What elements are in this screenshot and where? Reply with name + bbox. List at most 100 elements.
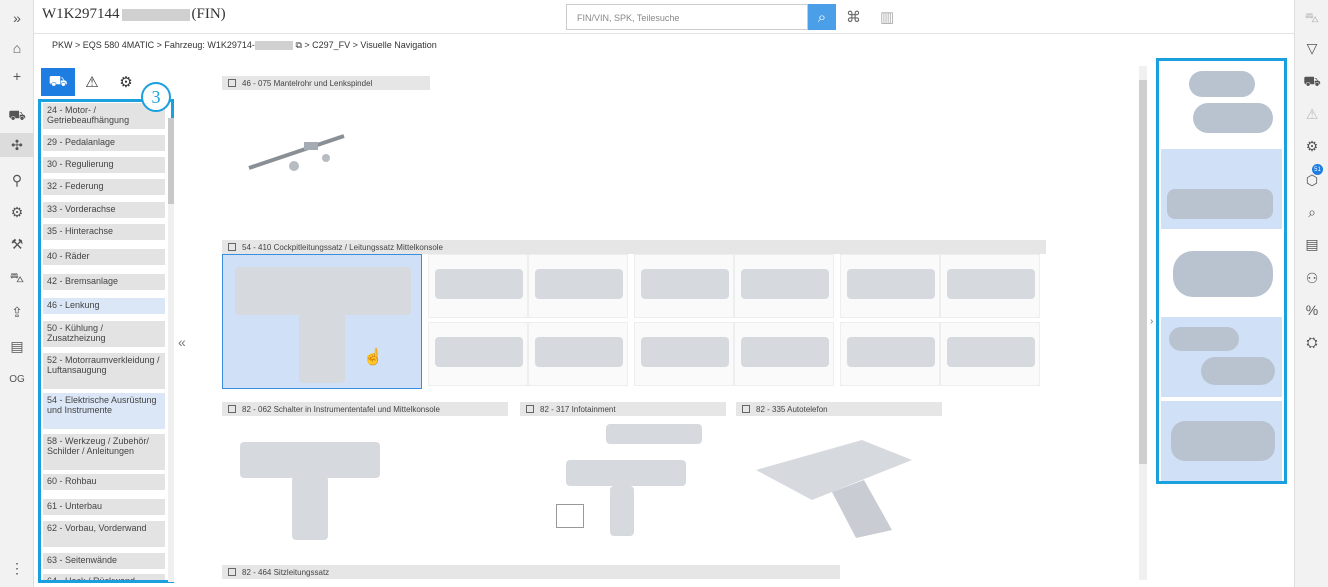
list-item[interactable]: 50 - Kühlung / Zusatzheizung [43, 321, 165, 347]
list-item[interactable]: 46 - Lenkung [43, 298, 165, 314]
notification-badge: 51 [1312, 164, 1323, 175]
tab-vehicle[interactable]: ⛟ [41, 68, 75, 96]
doc-icon [228, 568, 236, 576]
hierarchy-icon[interactable]: ⚇ [1295, 266, 1328, 290]
title-vin-prefix: W1K297144 [42, 6, 120, 22]
diagram-cell[interactable] [634, 254, 734, 318]
list-item[interactable]: 52 - Motorraumverkleidung / Luftansaugun… [43, 353, 165, 389]
phone-drawing [756, 440, 912, 538]
cart-icon[interactable]: ⛍ [0, 266, 34, 290]
discount-icon[interactable]: % [1295, 298, 1328, 322]
diagram-cell[interactable] [734, 254, 834, 318]
car-shape [1167, 189, 1273, 219]
car-phone-diagram[interactable] [752, 430, 922, 542]
plus-icon[interactable]: + [0, 64, 34, 88]
view-thumbnail-body[interactable] [1161, 317, 1282, 397]
collapse-sidebar-icon[interactable]: « [178, 334, 186, 350]
tab-warning[interactable]: ⚠ [75, 68, 109, 96]
callout-marker: 3 [141, 82, 171, 112]
document-icon[interactable]: ▤ [0, 334, 34, 358]
redacted-vin [254, 41, 293, 51]
parts-icon[interactable]: ✣ [0, 133, 34, 157]
list-item[interactable]: 29 - Pedalanlage [43, 135, 165, 151]
section-title: 46 - 075 Mantelrohr und Lenkspindel [242, 78, 373, 88]
infotainment-diagram[interactable] [556, 420, 716, 542]
diagram-cell[interactable] [734, 322, 834, 386]
wrench-car-icon[interactable]: ⚙ [0, 200, 34, 224]
car-search-icon[interactable]: ⛟ [1295, 70, 1328, 94]
diagram-cell[interactable] [528, 322, 628, 386]
warning-icon[interactable]: ⚠ [1295, 102, 1328, 126]
list-item[interactable]: 63 - Seitenwände [43, 553, 165, 569]
section-header[interactable]: 82 - 335 Autotelefon [736, 402, 942, 416]
console-shape [610, 486, 634, 536]
filter-icon[interactable]: ▽ [1295, 36, 1328, 60]
list-item[interactable]: 33 - Vorderachse [43, 202, 165, 218]
list-item[interactable]: 42 - Bremsanlage [43, 274, 165, 290]
diagram-cell[interactable] [528, 254, 628, 318]
copy-icon[interactable]: ⧉ [295, 40, 301, 50]
list-item[interactable]: 40 - Räder [43, 249, 165, 265]
steering-column-diagram[interactable] [244, 128, 354, 180]
expand-icon[interactable]: » [0, 6, 34, 30]
search-input[interactable]: FIN/VIN, SPK, Teilesuche [566, 4, 808, 30]
share-icon[interactable]: ⇪ [0, 300, 34, 324]
breadcrumb-current[interactable]: > C297_FV > Visuelle Navigation [304, 40, 436, 50]
cart-icon[interactable]: ⛍ [1295, 6, 1328, 30]
diagram-cell[interactable] [428, 322, 528, 386]
section-header[interactable]: 82 - 464 Sitzleitungssatz [222, 565, 840, 579]
list-item[interactable]: 61 - Unterbau [43, 499, 165, 515]
view-thumbnail-chassis[interactable] [1161, 235, 1282, 315]
car-shape [1173, 251, 1273, 297]
og-link[interactable]: OG [0, 367, 34, 391]
document-settings-icon[interactable]: ▤ [1295, 232, 1328, 256]
list-item[interactable]: 32 - Federung [43, 179, 165, 195]
search-button[interactable]: ⌕ [808, 4, 836, 30]
list-item[interactable]: 54 - Elektrische Ausrüstung und Instrume… [43, 393, 165, 429]
list-item[interactable]: 30 - Regulierung [43, 157, 165, 173]
list-item[interactable]: 64 - Heck / Rückwand [43, 574, 165, 580]
section-title: 82 - 335 Autotelefon [756, 404, 828, 414]
switches-diagram[interactable] [240, 432, 380, 542]
list-item[interactable]: 35 - Hinterachse [43, 224, 165, 240]
view-thumbnail-exterior[interactable] [1161, 63, 1282, 143]
diagram-cell[interactable] [428, 254, 528, 318]
section-header[interactable]: 82 - 062 Schalter in Instrumententafel u… [222, 402, 508, 416]
camera-search-icon[interactable]: ⌘ [846, 8, 861, 26]
console-shape [292, 476, 328, 540]
tab-engine[interactable]: ⚙ [109, 68, 143, 96]
header-divider [34, 33, 1294, 34]
search-icon[interactable]: ⌕ [1295, 200, 1328, 224]
diagram-cell[interactable] [940, 254, 1040, 318]
view-thumbnail-top[interactable] [1161, 401, 1282, 481]
hand-cursor-icon: ☝ [363, 349, 383, 366]
list-item[interactable]: 62 - Vorbau, Vorderwand [43, 521, 165, 547]
parts-car-icon[interactable]: ⚙ [1295, 134, 1328, 158]
left-rail: » ⌂ + ⛟ ✣ ⚲ ⚙ ⚒ ⛍ ⇪ ▤ OG ⋮ [0, 0, 34, 587]
car-settings-icon[interactable]: ⛭ [1295, 330, 1328, 354]
car-icon[interactable]: ⛟ [0, 104, 34, 128]
view-thumbnail-interior[interactable] [1161, 149, 1282, 229]
home-icon[interactable]: ⌂ [0, 36, 34, 60]
list-item[interactable]: 58 - Werkzeug / Zubehör/ Schilder / Anle… [43, 434, 165, 470]
expand-panel-icon[interactable]: › [1150, 316, 1153, 327]
sidebar-tabs: ⛟ ⚠ ⚙ [41, 68, 143, 96]
diagram-cell[interactable] [940, 322, 1040, 386]
main-scroll-thumb[interactable] [1139, 80, 1147, 464]
diagram-cell[interactable] [840, 254, 940, 318]
report-icon[interactable]: ▥ [880, 8, 894, 26]
section-header[interactable]: 82 - 317 Infotainment [520, 402, 726, 416]
list-item[interactable]: 60 - Rohbau [43, 474, 165, 490]
section-title: 82 - 317 Infotainment [540, 404, 616, 414]
diagram-cell[interactable] [840, 322, 940, 386]
diagram-cell-selected[interactable]: ☝ [222, 254, 422, 389]
tools-icon[interactable]: ⚒ [0, 232, 34, 256]
more-icon[interactable]: ⋮ [0, 556, 34, 580]
section-header[interactable]: 54 - 410 Cockpitleitungssatz / Leitungss… [222, 240, 1046, 254]
breadcrumb-path[interactable]: PKW > EQS 580 4MATIC > Fahrzeug: W1K2971… [52, 40, 255, 50]
diagram-cell[interactable] [634, 322, 734, 386]
sidebar-scroll-thumb[interactable] [168, 118, 174, 204]
scooter-icon[interactable]: ⚲ [0, 168, 34, 192]
section-header[interactable]: 46 - 075 Mantelrohr und Lenkspindel [222, 76, 430, 90]
package-icon[interactable]: ⬡ 51 [1295, 164, 1328, 192]
